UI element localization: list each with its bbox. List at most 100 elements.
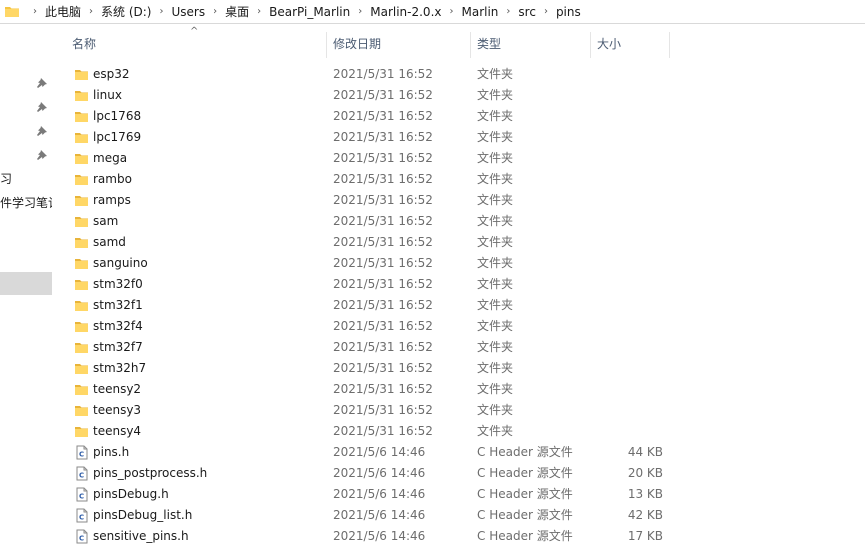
c-header-file-icon: C: [74, 529, 89, 544]
file-row[interactable]: samd 2021/5/31 16:52 文件夹: [52, 232, 670, 253]
file-row[interactable]: stm32f7 2021/5/31 16:52 文件夹: [52, 337, 670, 358]
file-row[interactable]: Csensitive_pins.h 2021/5/6 14:46 C Header …: [52, 526, 670, 547]
file-row[interactable]: stm32f4 2021/5/31 16:52 文件夹: [52, 316, 670, 337]
svg-text:C: C: [79, 451, 84, 459]
file-row[interactable]: stm32f0 2021/5/31 16:52 文件夹: [52, 274, 670, 295]
breadcrumb-item[interactable]: 此电脑: [45, 3, 81, 20]
file-row[interactable]: rambo 2021/5/31 16:52 文件夹: [52, 169, 670, 190]
file-size: [597, 64, 663, 85]
column-header-type[interactable]: 类型: [477, 30, 501, 58]
file-row[interactable]: teensy3 2021/5/31 16:52 文件夹: [52, 400, 670, 421]
column-divider[interactable]: [326, 32, 327, 58]
nav-item[interactable]: 件学习笔记: [0, 194, 52, 211]
pin-icon[interactable]: [36, 101, 48, 113]
file-name: rambo: [93, 172, 132, 186]
chevron-right-icon[interactable]: ›: [159, 6, 163, 17]
file-date: 2021/5/31 16:52: [333, 235, 433, 249]
folder-icon: [74, 67, 89, 82]
folder-icon: [74, 151, 89, 166]
file-date: 2021/5/31 16:52: [333, 340, 433, 354]
breadcrumb-item[interactable]: 桌面: [225, 3, 249, 20]
file-date: 2021/5/31 16:52: [333, 298, 433, 312]
file-type: 文件夹: [477, 172, 514, 186]
file-size: [597, 169, 663, 190]
column-header-name[interactable]: 名称: [72, 30, 96, 58]
breadcrumb-item[interactable]: Users: [171, 5, 205, 19]
breadcrumb-item[interactable]: BearPi_Marlin: [269, 5, 350, 19]
c-header-file-icon: C: [74, 508, 89, 523]
pin-icon[interactable]: [36, 77, 48, 89]
file-type: 文件夹: [477, 277, 514, 291]
column-divider[interactable]: [590, 32, 591, 58]
file-row[interactable]: lpc1768 2021/5/31 16:52 文件夹: [52, 106, 670, 127]
column-divider[interactable]: [669, 32, 670, 58]
file-row[interactable]: Cpins.h 2021/5/6 14:46 C Header 源文件 44 KB: [52, 442, 670, 463]
file-row[interactable]: mega 2021/5/31 16:52 文件夹: [52, 148, 670, 169]
file-type: 文件夹: [477, 130, 514, 144]
file-size: [597, 379, 663, 400]
folder-icon: [74, 298, 89, 313]
file-row[interactable]: lpc1769 2021/5/31 16:52 文件夹: [52, 127, 670, 148]
file-date: 2021/5/6 14:46: [333, 487, 426, 501]
chevron-right-icon[interactable]: ›: [213, 6, 217, 17]
file-row[interactable]: CpinsDebug.h 2021/5/6 14:46 C Header 源文件 13…: [52, 484, 670, 505]
file-name: stm32h7: [93, 361, 147, 375]
address-bar[interactable]: › 此电脑 › 系统 (D:) › Users › 桌面 › BearPi_Marlin › Marl…: [0, 0, 865, 24]
folder-icon: [74, 235, 89, 250]
folder-icon: [74, 193, 89, 208]
file-name: pinsDebug_list.h: [93, 508, 193, 522]
pin-icon[interactable]: [36, 125, 48, 137]
c-header-file-icon: C: [74, 445, 89, 460]
file-size: [597, 337, 663, 358]
column-header-size[interactable]: 大小: [597, 30, 621, 58]
file-row[interactable]: esp32 2021/5/31 16:52 文件夹: [52, 64, 670, 85]
file-row[interactable]: stm32h7 2021/5/31 16:52 文件夹: [52, 358, 670, 379]
file-row[interactable]: sam 2021/5/31 16:52 文件夹: [52, 211, 670, 232]
breadcrumb-item[interactable]: Marlin-2.0.x: [370, 5, 441, 19]
file-name: teensy3: [93, 403, 142, 417]
column-header-date[interactable]: 修改日期: [333, 30, 381, 58]
file-name: teensy4: [93, 424, 142, 438]
chevron-right-icon[interactable]: ›: [33, 6, 37, 17]
nav-item[interactable]: 习: [0, 170, 12, 187]
file-type: 文件夹: [477, 214, 514, 228]
column-divider[interactable]: [470, 32, 471, 58]
file-type: 文件夹: [477, 424, 514, 438]
sort-ascending-icon: ^: [190, 26, 199, 37]
file-row[interactable]: teensy4 2021/5/31 16:52 文件夹: [52, 421, 670, 442]
pin-icon[interactable]: [36, 149, 48, 161]
file-row[interactable]: linux 2021/5/31 16:52 文件夹: [52, 85, 670, 106]
file-type: 文件夹: [477, 256, 514, 270]
file-row[interactable]: Cpins_postprocess.h 2021/5/6 14:46 C Heade…: [52, 463, 670, 484]
file-row[interactable]: sanguino 2021/5/31 16:52 文件夹: [52, 253, 670, 274]
column-header-row: ^ 名称 修改日期 类型 大小: [52, 24, 865, 64]
breadcrumb-item[interactable]: 系统 (D:): [101, 3, 151, 20]
file-date: 2021/5/31 16:52: [333, 256, 433, 270]
file-row[interactable]: CpinsDebug_list.h 2021/5/6 14:46 C Header …: [52, 505, 670, 526]
file-row[interactable]: stm32f1 2021/5/31 16:52 文件夹: [52, 295, 670, 316]
folder-icon: [74, 403, 89, 418]
c-header-file-icon: C: [74, 487, 89, 502]
chevron-right-icon[interactable]: ›: [358, 6, 362, 17]
file-name: stm32f7: [93, 340, 143, 354]
chevron-right-icon[interactable]: ›: [544, 6, 548, 17]
chevron-right-icon[interactable]: ›: [506, 6, 510, 17]
file-name: esp32: [93, 67, 130, 81]
file-type: 文件夹: [477, 67, 514, 81]
file-type: 文件夹: [477, 235, 514, 249]
file-date: 2021/5/6 14:46: [333, 529, 426, 543]
breadcrumb-item[interactable]: Marlin: [461, 5, 498, 19]
breadcrumb-item[interactable]: src: [518, 5, 536, 19]
file-name: stm32f1: [93, 298, 143, 312]
nav-item-selected[interactable]: [0, 272, 52, 295]
breadcrumb-item[interactable]: pins: [556, 5, 581, 19]
file-row[interactable]: ramps 2021/5/31 16:52 文件夹: [52, 190, 670, 211]
file-type: 文件夹: [477, 319, 514, 333]
file-size: [597, 400, 663, 421]
file-name: teensy2: [93, 382, 142, 396]
chevron-right-icon[interactable]: ›: [89, 6, 93, 17]
folder-icon: [5, 7, 19, 17]
file-row[interactable]: teensy2 2021/5/31 16:52 文件夹: [52, 379, 670, 400]
chevron-right-icon[interactable]: ›: [449, 6, 453, 17]
chevron-right-icon[interactable]: ›: [257, 6, 261, 17]
